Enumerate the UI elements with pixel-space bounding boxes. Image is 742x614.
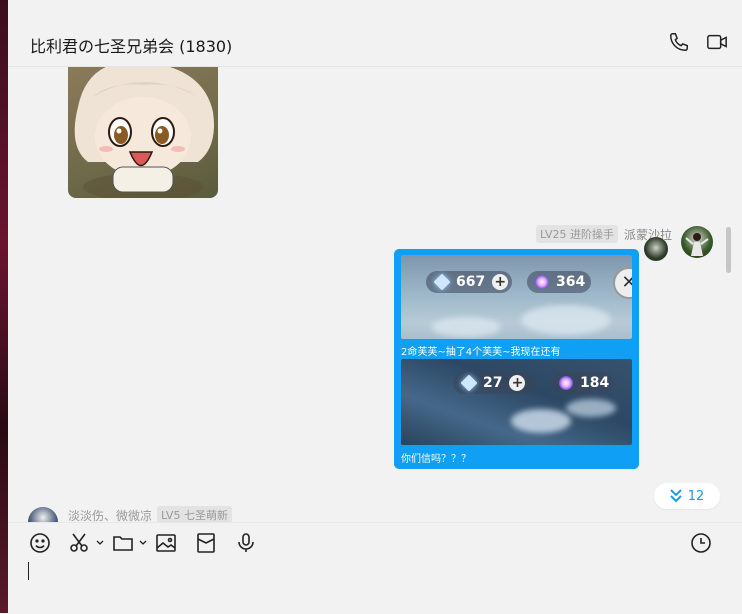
intertwined-fate-icon xyxy=(559,376,573,390)
red-packet-icon[interactable] xyxy=(194,531,218,555)
double-chevron-down-icon xyxy=(670,489,682,503)
image-icon[interactable] xyxy=(154,531,178,555)
chevron-down-icon[interactable] xyxy=(95,539,105,547)
chat-window: 比利君の七圣兄弟会 (1830) LV25 进阶操手 派蒙沙拉 667 + 36… xyxy=(8,0,742,614)
screenshot-image-1[interactable]: 667 + 364 ✕ xyxy=(401,255,632,339)
sticker-image[interactable] xyxy=(68,67,218,198)
plus-icon: + xyxy=(492,274,509,290)
primogem-count-2: 27 xyxy=(483,375,503,391)
other-level-badge: LV5 七圣萌新 xyxy=(157,506,232,522)
fate-count-2: 184 xyxy=(580,375,610,391)
screenshot-image-2[interactable]: 27 + 184 xyxy=(401,359,632,445)
close-icon: ✕ xyxy=(613,267,632,299)
scrollbar[interactable] xyxy=(726,227,731,273)
new-messages-button[interactable]: 12 xyxy=(654,483,720,509)
scissors-icon[interactable] xyxy=(68,531,92,555)
new-message-count: 12 xyxy=(687,488,705,504)
fate-counter-1: 364 xyxy=(527,271,591,293)
other-user-avatar[interactable] xyxy=(28,507,58,522)
chevron-down-icon[interactable] xyxy=(138,539,148,547)
sender-avatar[interactable] xyxy=(681,226,713,258)
phone-icon[interactable] xyxy=(668,31,690,53)
plus-icon: + xyxy=(509,375,526,391)
other-sender-name[interactable]: 淡淡伤、微微凉 xyxy=(68,507,152,523)
emoji-icon[interactable] xyxy=(28,531,52,555)
caption-2: 你们信吗？？？ xyxy=(401,454,471,465)
image-message-bubble[interactable]: 667 + 364 ✕ 2命芙芙~抽了4个芙芙~我现在还有 27 + 184 你… xyxy=(394,249,639,469)
text-cursor xyxy=(28,562,29,580)
primogem-icon xyxy=(460,374,478,392)
sender-avatar-small[interactable] xyxy=(644,237,668,261)
message-list[interactable]: LV25 进阶操手 派蒙沙拉 667 + 364 ✕ 2命芙芙~抽了4个芙芙~我… xyxy=(8,67,742,522)
video-icon[interactable] xyxy=(706,31,728,53)
fate-count-1: 364 xyxy=(556,274,586,290)
other-sender-info: 淡淡伤、微微凉 LV5 七圣萌新 xyxy=(68,506,232,522)
caption-1: 2命芙芙~抽了4个芙芙~我现在还有 xyxy=(401,347,561,358)
sender-level-badge: LV25 进阶操手 xyxy=(536,225,618,243)
microphone-icon[interactable] xyxy=(234,531,258,555)
primogem-count-1: 667 xyxy=(456,274,486,290)
fate-counter-2: 184 xyxy=(551,372,613,394)
primogem-counter-1: 667 + xyxy=(426,271,512,293)
folder-icon[interactable] xyxy=(111,531,135,555)
desktop-background-strip xyxy=(0,0,8,613)
history-clock-icon[interactable] xyxy=(689,531,713,555)
chat-header: 比利君の七圣兄弟会 (1830) xyxy=(8,0,742,67)
chat-title: 比利君の七圣兄弟会 (1830) xyxy=(30,37,233,56)
primogem-counter-2: 27 + xyxy=(453,372,533,394)
primogem-icon xyxy=(433,273,451,291)
input-area[interactable] xyxy=(8,522,742,614)
intertwined-fate-icon xyxy=(535,275,549,289)
